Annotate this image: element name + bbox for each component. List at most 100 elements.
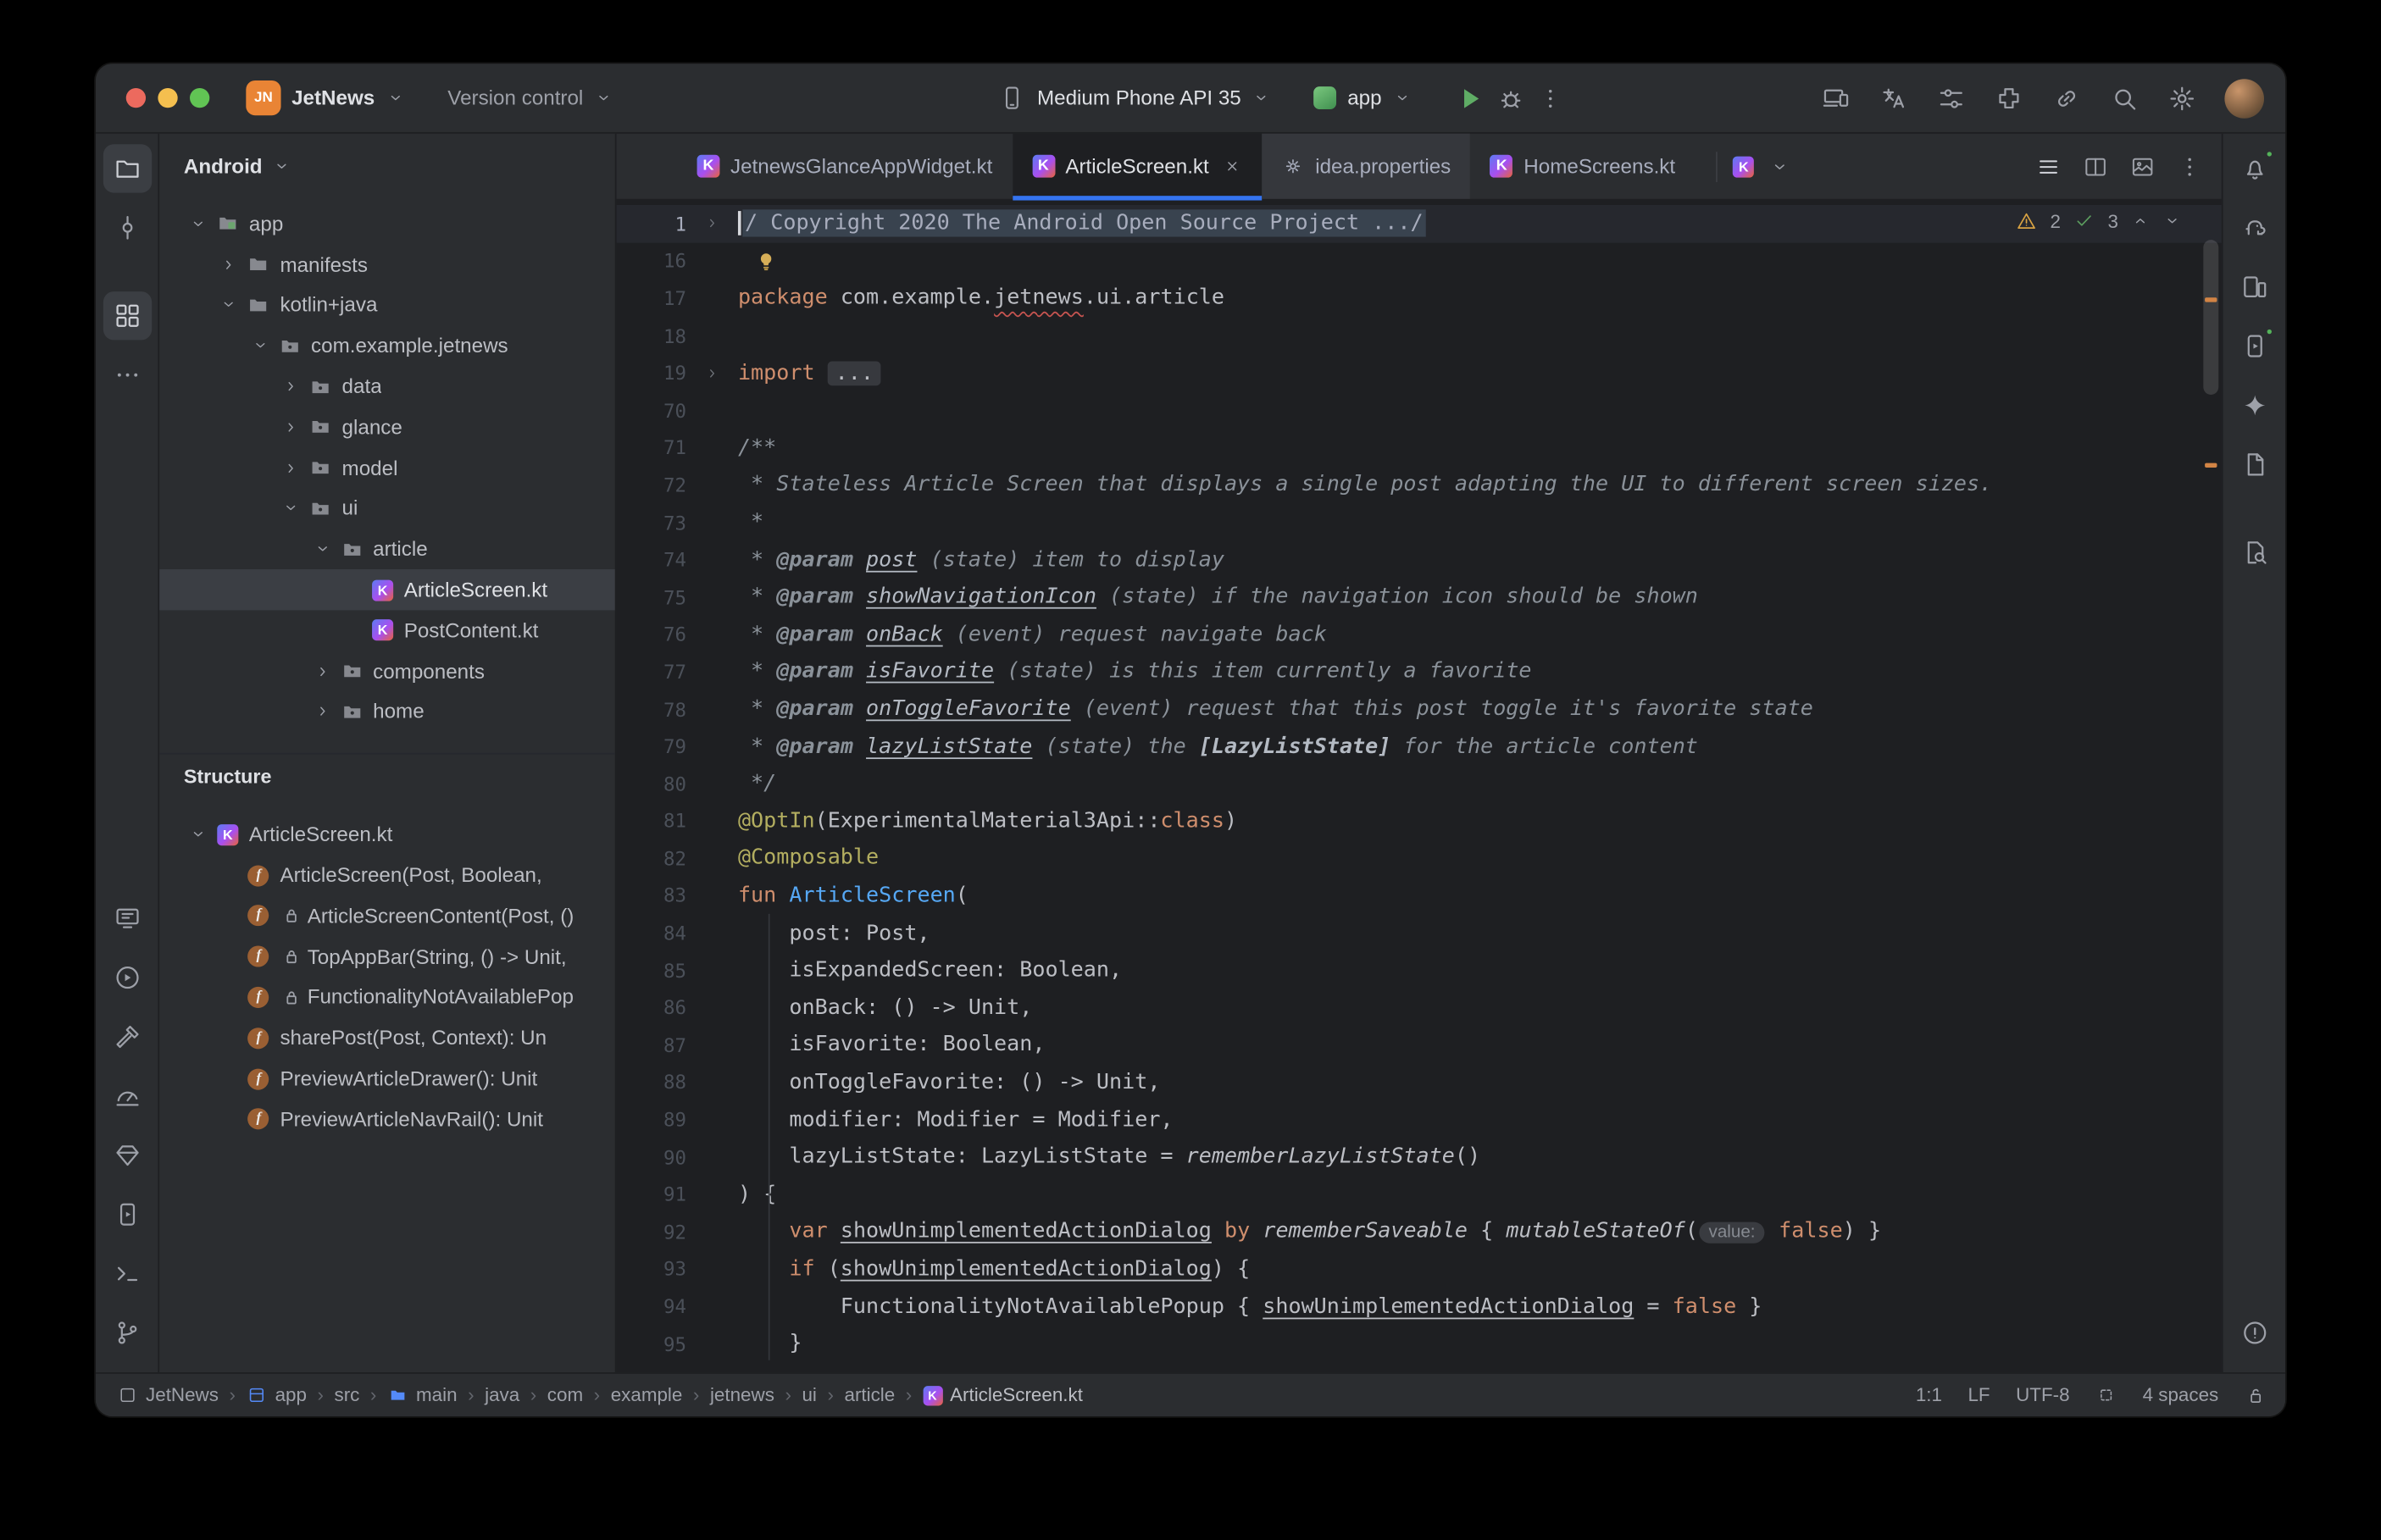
breadcrumb-main[interactable]: main (387, 1384, 458, 1405)
code-line-70[interactable]: 70 (617, 391, 2222, 429)
code-line-87[interactable]: 87 isFavorite: Boolean, (617, 1027, 2222, 1064)
structure-item-PreviewArticleNavRail-Unit[interactable]: fPreviewArticleNavRail(): Unit (159, 1099, 615, 1139)
code-line-83[interactable]: 83fun ArticleScreen( (617, 877, 2222, 914)
run-button[interactable] (1455, 83, 1485, 114)
view-options-icon[interactable] (1936, 83, 1967, 114)
breadcrumb-ui[interactable]: ui (802, 1384, 816, 1405)
tab-HomeScreens.kt[interactable]: KHomeScreens.kt (1471, 134, 1696, 199)
inspections-widget[interactable]: 2 3 (2015, 209, 2182, 232)
expand-chevron-icon[interactable] (311, 662, 334, 681)
extensions-icon[interactable] (1994, 83, 2024, 114)
structure-item-ArticleScreen-Post-Boolean-[interactable]: fArticleScreen(Post, Boolean, (159, 855, 615, 895)
project-item-app[interactable]: app (159, 203, 615, 244)
expand-chevron-icon[interactable] (311, 540, 334, 559)
build-icon[interactable] (103, 1012, 151, 1061)
fold-marker-icon[interactable] (686, 214, 738, 233)
minimize-window-button[interactable] (158, 88, 177, 108)
user-avatar[interactable] (2224, 78, 2264, 118)
settings-icon[interactable] (2167, 83, 2197, 114)
structure-item-TopAppBar-String-Unit-[interactable]: fTopAppBar(String, () -> Unit, (159, 936, 615, 977)
logcat-icon[interactable] (103, 895, 151, 943)
expand-chevron-icon[interactable] (280, 458, 302, 478)
running-devices-icon[interactable] (103, 1190, 151, 1238)
code-line-90[interactable]: 90 lazyListState: LazyListState = rememb… (617, 1138, 2222, 1176)
breadcrumb-example[interactable]: example (611, 1384, 683, 1405)
version-control-menu[interactable]: Version control (447, 86, 583, 109)
code-line-95[interactable]: 95 } (617, 1325, 2222, 1362)
device-mirror-icon[interactable] (1821, 83, 1851, 114)
code-line-91[interactable]: 91) { (617, 1176, 2222, 1213)
code-editor[interactable]: 1/ Copyright 2020 The Android Open Sourc… (617, 201, 2222, 1372)
code-line-76[interactable]: 76 * @param onBack (event) request navig… (617, 616, 2222, 653)
commit-icon[interactable] (103, 203, 151, 252)
project-item-glance[interactable]: glance (159, 407, 615, 447)
tab-ArticleScreen.kt[interactable]: KArticleScreen.kt (1013, 134, 1263, 199)
expand-chevron-icon[interactable] (249, 336, 272, 356)
code-line-80[interactable]: 80 */ (617, 765, 2222, 802)
next-problem-icon[interactable] (2162, 211, 2182, 230)
gemini-icon[interactable] (2230, 381, 2278, 429)
breadcrumb-article[interactable]: article (844, 1384, 895, 1405)
line-ending[interactable]: LF (1968, 1384, 1990, 1405)
search-icon[interactable] (2109, 83, 2140, 114)
run-config-selector[interactable]: app (1347, 86, 1381, 109)
code-line-79[interactable]: 79 * @param lazyListState (state) the [L… (617, 728, 2222, 765)
project-item-model[interactable]: model (159, 447, 615, 488)
ai-assist-icon[interactable] (1879, 83, 1909, 114)
project-item-PostContent.kt[interactable]: KPostContent.kt (159, 610, 615, 651)
code-line-17[interactable]: 17package com.example.jetnews.ui.article (617, 280, 2222, 317)
structure-item-sharePost-Post-Context-Un[interactable]: fsharePost(Post, Context): Un (159, 1017, 615, 1058)
breadcrumb-app[interactable]: app (247, 1384, 307, 1405)
code-line-86[interactable]: 86 onBack: () -> Unit, (617, 989, 2222, 1026)
breadcrumb-ArticleScreen.kt[interactable]: KArticleScreen.kt (923, 1384, 1083, 1405)
code-line-75[interactable]: 75 * @param showNavigationIcon (state) i… (617, 579, 2222, 616)
notifications-icon[interactable] (2230, 144, 2278, 192)
more-actions-icon[interactable] (1536, 84, 1563, 111)
device-selector[interactable]: Medium Phone API 35 (1037, 86, 1241, 109)
code-line-81[interactable]: 81@OptIn(ExperimentalMaterial3Api::class… (617, 802, 2222, 839)
prev-problem-icon[interactable] (2130, 211, 2150, 230)
device-manager-icon[interactable] (2230, 263, 2278, 311)
breadcrumb-src[interactable]: src (335, 1384, 360, 1405)
structure-item-FunctionalityNotAvailablePop[interactable]: fFunctionalityNotAvailablePop (159, 977, 615, 1017)
code-line-16[interactable]: 16 (617, 242, 2222, 280)
intention-bulb-icon[interactable] (753, 248, 779, 274)
device-file-explorer-icon[interactable] (2230, 440, 2278, 489)
terminal-icon[interactable] (103, 1249, 151, 1298)
code-line-88[interactable]: 88 onToggleFavorite: () -> Unit, (617, 1064, 2222, 1101)
profiler-icon[interactable] (103, 1072, 151, 1120)
structure-item-ArticleScreenContent-Post-[interactable]: fArticleScreenContent(Post, () (159, 895, 615, 936)
project-item-article[interactable]: article (159, 529, 615, 569)
expand-chevron-icon[interactable] (311, 702, 334, 722)
hidden-tabs-chevron-icon[interactable] (1769, 156, 1790, 177)
expand-chevron-icon[interactable] (280, 499, 302, 518)
caret-position[interactable]: 1:1 (1916, 1384, 1942, 1405)
code-line-85[interactable]: 85 isExpandedScreen: Boolean, (617, 951, 2222, 989)
project-item-kotlin+java[interactable]: kotlin+java (159, 285, 615, 325)
project-item-manifests[interactable]: manifests (159, 244, 615, 285)
code-line-1[interactable]: 1/ Copyright 2020 The Android Open Sourc… (617, 205, 2222, 242)
project-item-ArticleScreen.kt[interactable]: KArticleScreen.kt (159, 569, 615, 610)
preview-icon[interactable] (2129, 152, 2156, 180)
project-item-home[interactable]: home (159, 691, 615, 732)
project-icon[interactable] (103, 144, 151, 192)
expand-chevron-icon[interactable] (186, 825, 209, 845)
code-line-94[interactable]: 94 FunctionalityNotAvailablePopup { show… (617, 1288, 2222, 1325)
expand-chevron-icon[interactable] (218, 255, 241, 274)
code-line-72[interactable]: 72 * Stateless Article Screen that displ… (617, 466, 2222, 503)
file-search-icon[interactable] (2230, 529, 2278, 577)
debug-button[interactable] (1496, 83, 1526, 114)
structure-item-PreviewArticleDrawer-Unit[interactable]: fPreviewArticleDrawer(): Unit (159, 1058, 615, 1099)
project-item-components[interactable]: components (159, 651, 615, 691)
project-item-data[interactable]: data (159, 366, 615, 407)
close-tab-icon[interactable] (1223, 157, 1242, 176)
project-item-com.example.jetnews[interactable]: com.example.jetnews (159, 325, 615, 366)
breadcrumb-JetNews[interactable]: JetNews (117, 1384, 219, 1405)
write-access-icon[interactable] (2245, 1383, 2267, 1406)
app-inspection-icon[interactable] (103, 1131, 151, 1179)
code-line-82[interactable]: 82@Composable (617, 839, 2222, 877)
project-name-menu[interactable]: JetNews (291, 86, 375, 109)
project-view-selector[interactable]: Android (159, 134, 615, 197)
structure-icon[interactable] (103, 291, 151, 340)
code-line-74[interactable]: 74 * @param post (state) item to display (617, 541, 2222, 579)
